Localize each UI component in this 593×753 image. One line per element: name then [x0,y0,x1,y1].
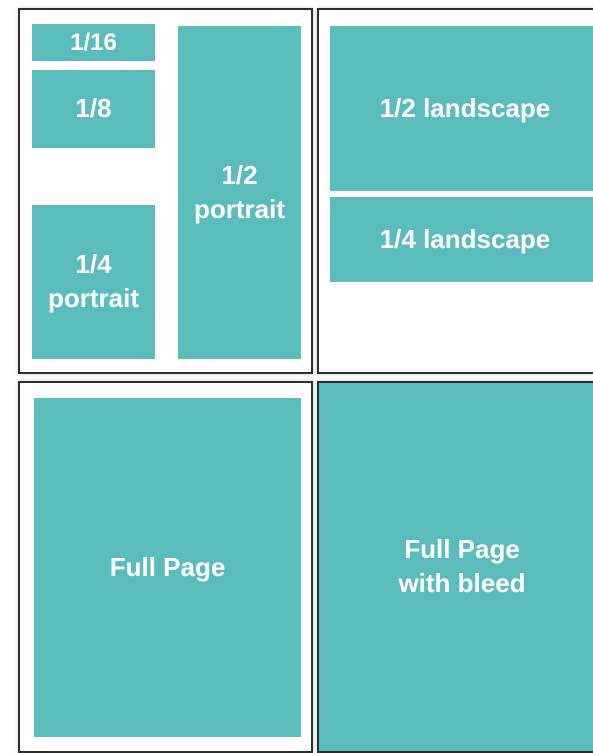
ad-block-quarter-landscape: 1/4 landscape [330,197,593,282]
ad-block-quarter-portrait: 1/4 portrait [32,205,155,359]
ad-label-half-portrait: 1/2 portrait [194,159,285,224]
ad-block-half-landscape: 1/2 landscape [330,26,593,191]
ad-label-quarter-portrait: 1/4 portrait [48,249,139,313]
ad-label-eighth: 1/8 [75,93,112,124]
ad-label-full-page-bleed: Full Page with bleed [398,534,526,598]
ad-block-sixteenth: 1/16 [32,24,155,61]
ad-block-eighth: 1/8 [32,70,155,148]
ad-label-full-page: Full Page [109,551,226,582]
ad-block-full-page: Full Page [34,398,301,737]
ad-block-half-portrait: 1/2 portrait [178,26,301,359]
ad-block-full-page-bleed: Full Page with bleed [319,383,593,751]
ad-label-sixteenth: 1/16 [70,28,117,56]
ad-label-quarter-landscape: 1/4 landscape [379,223,551,254]
ad-label-half-landscape: 1/2 landscape [379,92,551,123]
